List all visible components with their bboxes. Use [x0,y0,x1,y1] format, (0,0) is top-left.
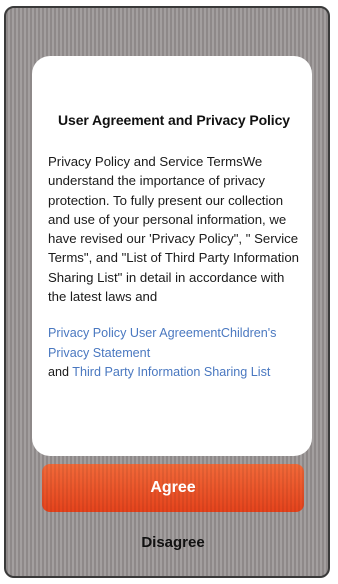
privacy-user-agreement-link[interactable]: Privacy Policy User AgreementChildren's … [48,326,276,360]
agree-button[interactable]: Agree [42,464,304,512]
dialog-title: User Agreement and Privacy Policy [58,112,290,128]
dialog-body-text: Privacy Policy and Service TermsWe under… [48,154,299,305]
app-screen: User Agreement and Privacy Policy Privac… [4,6,330,578]
policy-links: Privacy Policy User AgreementChildren's … [48,324,300,383]
disagree-button[interactable]: Disagree [102,527,244,559]
links-conjunction: and [48,365,73,380]
privacy-dialog: User Agreement and Privacy Policy Privac… [32,56,312,456]
third-party-sharing-list-link[interactable]: Third Party Information Sharing List [72,365,270,379]
